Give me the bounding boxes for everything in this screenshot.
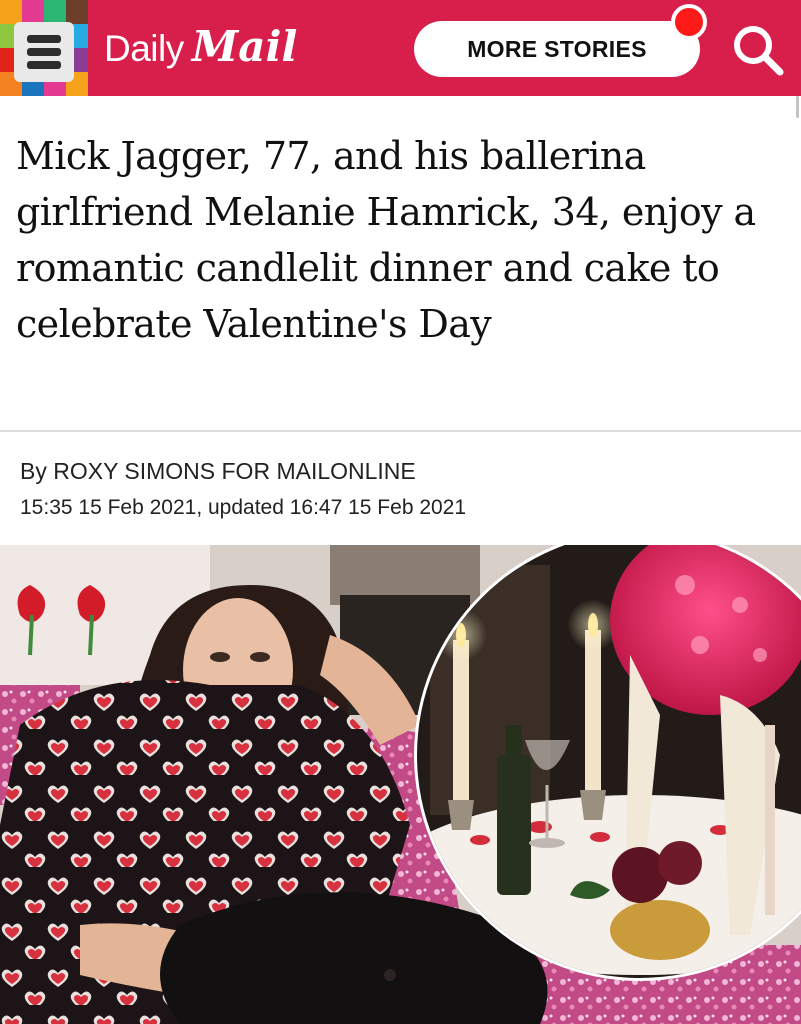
article-headline: Mick Jagger, 77, and his ballerina girlf… [16,134,756,346]
divider [0,430,801,432]
scroll-indicator[interactable] [796,96,799,118]
daily-mail-logo[interactable]: Daily Mail [104,22,297,72]
menu-icon[interactable] [14,22,74,82]
notification-dot [671,4,707,40]
search-icon[interactable] [728,20,788,80]
logo-daily-text: Daily [104,28,184,69]
top-header: Daily Mail MORE STORIES [0,0,801,96]
article-byline[interactable]: By ROXY SIMONS FOR MAILONLINE [20,458,416,485]
article-dateline: 15:35 15 Feb 2021, updated 16:47 15 Feb … [20,496,467,519]
more-stories-button[interactable]: MORE STORIES [414,21,700,77]
article-photo[interactable] [0,545,801,1024]
logo-mail-text: Mail [191,22,298,71]
